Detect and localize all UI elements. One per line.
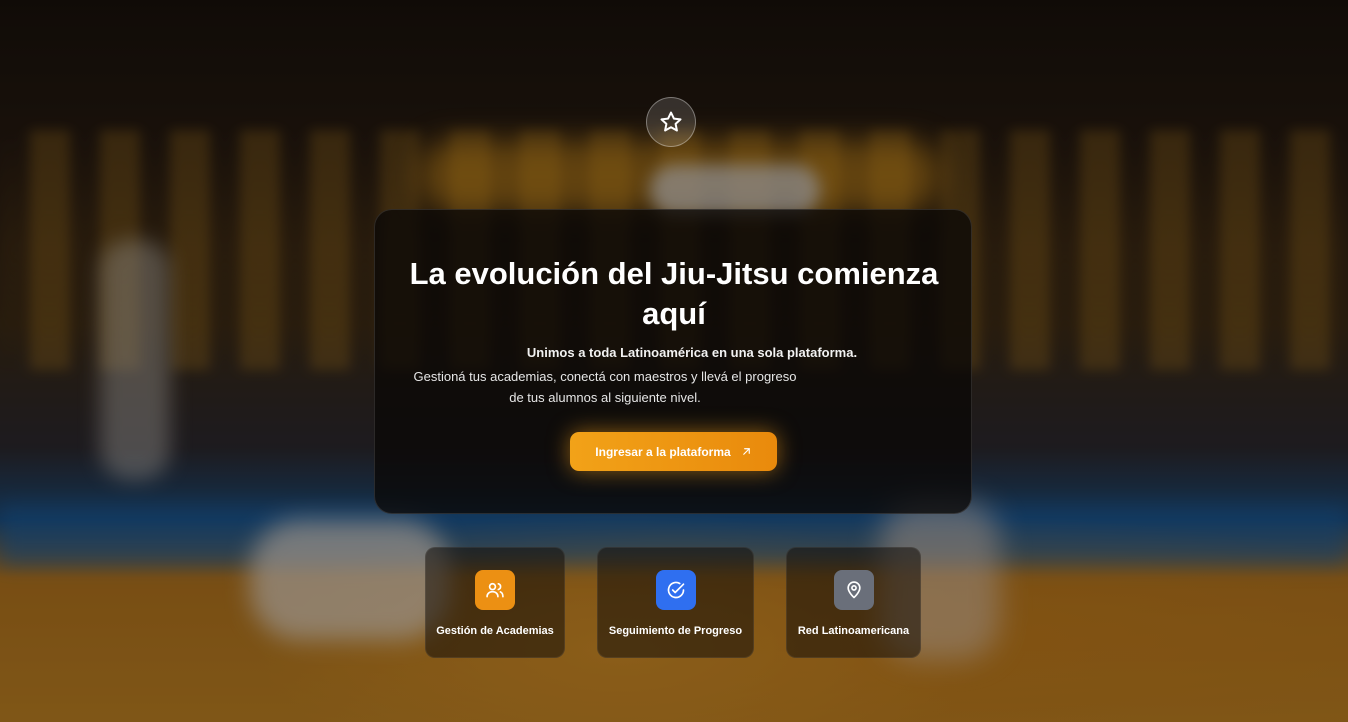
hero-subtitle: Unimos a toda Latinoamérica en una sola …: [526, 345, 858, 360]
feature-card-network: Red Latinoamericana: [786, 547, 921, 658]
star-badge: [646, 97, 696, 147]
feature-icon-box: [833, 570, 874, 610]
feature-icon-box: [655, 570, 696, 610]
feature-label: Red Latinoamericana: [797, 625, 910, 637]
check-circle-icon: [667, 581, 684, 599]
hero-description: Gestioná tus academias, conectá con maes…: [413, 369, 797, 405]
feature-label: Gestión de Academias: [436, 625, 554, 637]
enter-platform-button[interactable]: Ingresar a la plataforma: [570, 432, 777, 471]
map-pin-icon: [846, 581, 861, 599]
star-icon: [660, 111, 682, 132]
hero-title: La evolución del Jiu-Jitsu comienza aquí: [409, 256, 939, 331]
feature-icon-box: [475, 570, 515, 610]
users-icon: [486, 582, 504, 598]
feature-label: Seguimiento de Progreso: [608, 625, 743, 637]
hero-card: La evolución del Jiu-Jitsu comienza aquí…: [374, 209, 972, 514]
feature-card-progress: Seguimiento de Progreso: [597, 547, 754, 658]
arrow-up-right-icon: [742, 448, 750, 455]
enter-platform-button-label: Ingresar a la plataforma: [595, 444, 731, 459]
feature-card-academies: Gestión de Academias: [425, 547, 565, 658]
